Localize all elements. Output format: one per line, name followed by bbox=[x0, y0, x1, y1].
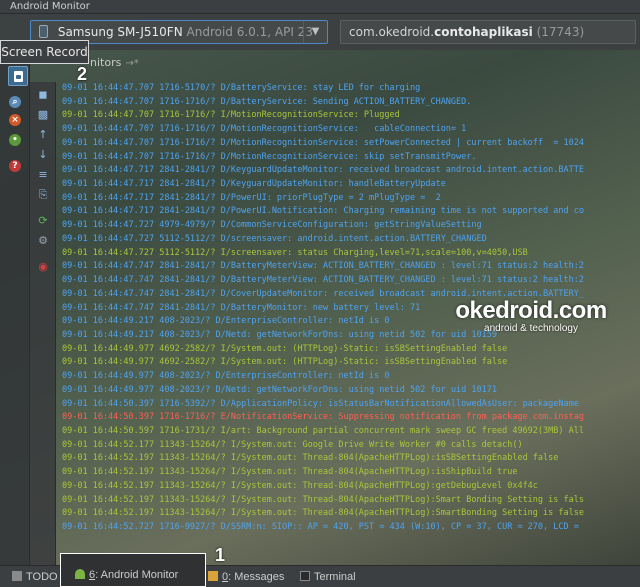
package-prefix: com.okedroid. bbox=[349, 25, 435, 39]
log-line: 09-01 16:44:47.707 1716-1716/? D/MotionR… bbox=[62, 124, 467, 135]
screen-record-tooltip: Screen Record bbox=[0, 40, 89, 64]
log-line: 09-01 16:44:47.707 1716-1716/? I/MotionR… bbox=[62, 110, 400, 121]
print-icon[interactable]: ⎘ bbox=[35, 188, 51, 202]
log-line: 09-01 16:44:50.397 1716-1716/? E/Notific… bbox=[62, 412, 584, 423]
scroll-to-end-icon[interactable]: ▩ bbox=[35, 108, 51, 122]
device-name: Samsung SM-J510FN bbox=[57, 25, 183, 39]
help-icon[interactable]: ◉ bbox=[35, 260, 51, 274]
screen-record-icon bbox=[14, 71, 23, 82]
screen-record-button[interactable] bbox=[8, 66, 28, 86]
phone-icon bbox=[39, 25, 48, 38]
window-title: Android Monitor bbox=[0, 0, 640, 14]
share-icon[interactable]: • bbox=[9, 134, 21, 146]
soft-wrap-icon[interactable]: ≡ bbox=[35, 168, 51, 182]
tab-label: nitors bbox=[90, 56, 122, 69]
todo-icon bbox=[12, 571, 22, 581]
log-line: 09-01 16:44:52.177 11343-15264/? I/Syste… bbox=[62, 439, 523, 450]
arrow-down-icon[interactable]: ↓ bbox=[35, 148, 51, 162]
log-line: 09-01 16:44:52.197 11343-15264/? I/Syste… bbox=[62, 480, 538, 491]
messages-label: : Messages bbox=[228, 571, 285, 583]
log-line: 09-01 16:44:49.977 4692-2582/? I/System.… bbox=[62, 357, 508, 368]
log-line: 09-01 16:44:47.727 5112-5112/? I/screens… bbox=[62, 247, 528, 258]
log-line: 09-01 16:44:47.707 1716-1716/? D/MotionR… bbox=[62, 151, 477, 162]
help-icon[interactable]: ? bbox=[9, 160, 21, 172]
search-icon[interactable]: ⌕ bbox=[9, 96, 21, 108]
log-line: 09-01 16:44:50.397 1716-5392/? D/Applica… bbox=[62, 398, 579, 409]
logcat-tab[interactable]: nitors →* bbox=[90, 56, 640, 70]
stop-icon[interactable]: × bbox=[9, 114, 21, 126]
gear-icon[interactable]: ⚙ bbox=[35, 234, 51, 248]
log-line: 09-01 16:44:47.707 1716-1716/? D/MotionR… bbox=[62, 137, 584, 148]
process-id: (17743) bbox=[536, 25, 585, 39]
package-name: contohaplikasi bbox=[434, 25, 533, 39]
left-tool-strip: ⌕ × • ? bbox=[0, 50, 30, 565]
log-line: 09-01 16:44:47.727 5112-5112/? D/screens… bbox=[62, 233, 487, 244]
device-info: Android 6.0.1, API 23 bbox=[186, 25, 313, 39]
log-line: 09-01 16:44:52.197 11343-15264/? I/Syste… bbox=[62, 453, 559, 464]
android-monitor-tab[interactable]: 6: Android Monitor bbox=[60, 553, 206, 587]
chevron-down-icon[interactable]: ▼ bbox=[303, 21, 327, 43]
restart-icon[interactable]: ⟳ bbox=[35, 214, 51, 228]
messages-icon bbox=[208, 571, 218, 581]
android-icon bbox=[75, 569, 85, 579]
log-line: 09-01 16:44:47.717 2841-2841/? D/Keyguar… bbox=[62, 165, 584, 176]
terminal-tab[interactable]: Terminal bbox=[300, 569, 356, 585]
log-line: 09-01 16:44:47.747 2841-2841/? D/Battery… bbox=[62, 275, 584, 286]
log-line: 09-01 16:44:49.977 4692-2582/? I/System.… bbox=[62, 343, 508, 354]
log-line: 09-01 16:44:47.707 1716-1716/? D/Battery… bbox=[62, 96, 472, 107]
log-line: 09-01 16:44:47.747 2841-2841/? D/Battery… bbox=[62, 261, 584, 272]
log-line: 09-01 16:44:49.977 408-2023/? D/Netd: ge… bbox=[62, 384, 497, 395]
log-line: 09-01 16:44:47.727 4979-4979/? D/CommonS… bbox=[62, 220, 482, 231]
messages-tab[interactable]: 0: Messages bbox=[208, 569, 284, 585]
watermark-main: okedroid.com bbox=[455, 297, 607, 324]
log-line: 09-01 16:44:47.707 1716-5170/? D/Battery… bbox=[62, 83, 421, 93]
callout-number-1: 1 bbox=[215, 545, 226, 565]
todo-label: TODO bbox=[26, 571, 58, 583]
log-line: 09-01 16:44:52.727 1716-9927/? D/SSRM:n:… bbox=[62, 522, 579, 532]
log-line: 09-01 16:44:47.717 2841-2841/? D/Keyguar… bbox=[62, 179, 446, 190]
terminal-icon bbox=[300, 571, 310, 581]
trash-icon[interactable]: ◼ bbox=[35, 88, 51, 102]
android-monitor-tab-content: 6: Android Monitor bbox=[75, 567, 178, 583]
android-monitor-label: : Android Monitor bbox=[95, 569, 179, 581]
pin-icon[interactable]: →* bbox=[125, 58, 138, 69]
log-line: 09-01 16:44:47.717 2841-2841/? D/PowerUI… bbox=[62, 192, 441, 203]
device-selector-row: Samsung SM-J510FN Android 6.0.1, API 23 … bbox=[0, 14, 640, 50]
todo-tab[interactable]: TODO bbox=[12, 569, 58, 585]
logcat-tool-strip: ◼ ▩ ↑ ↓ ≡ ⎘ ⟳ ⚙ ◉ bbox=[30, 82, 56, 565]
arrow-up-icon[interactable]: ↑ bbox=[35, 128, 51, 142]
watermark: okedroid.com android & technology bbox=[436, 297, 626, 334]
terminal-label: Terminal bbox=[314, 571, 356, 583]
log-line: 09-01 16:44:50.597 1716-1731/? I/art: Ba… bbox=[62, 425, 584, 436]
app-process-dropdown[interactable]: com.okedroid.contohaplikasi (17743) bbox=[340, 20, 636, 44]
log-line: 09-01 16:44:52.197 11343-15264/? I/Syste… bbox=[62, 494, 584, 505]
log-line: 09-01 16:44:52.197 11343-15264/? I/Syste… bbox=[62, 508, 584, 519]
log-line: 09-01 16:44:52.197 11343-15264/? I/Syste… bbox=[62, 467, 518, 478]
log-line: 09-01 16:44:47.717 2841-2841/? D/PowerUI… bbox=[62, 206, 584, 217]
log-line: 09-01 16:44:49.977 408-2023/? D/Enterpri… bbox=[62, 371, 390, 382]
